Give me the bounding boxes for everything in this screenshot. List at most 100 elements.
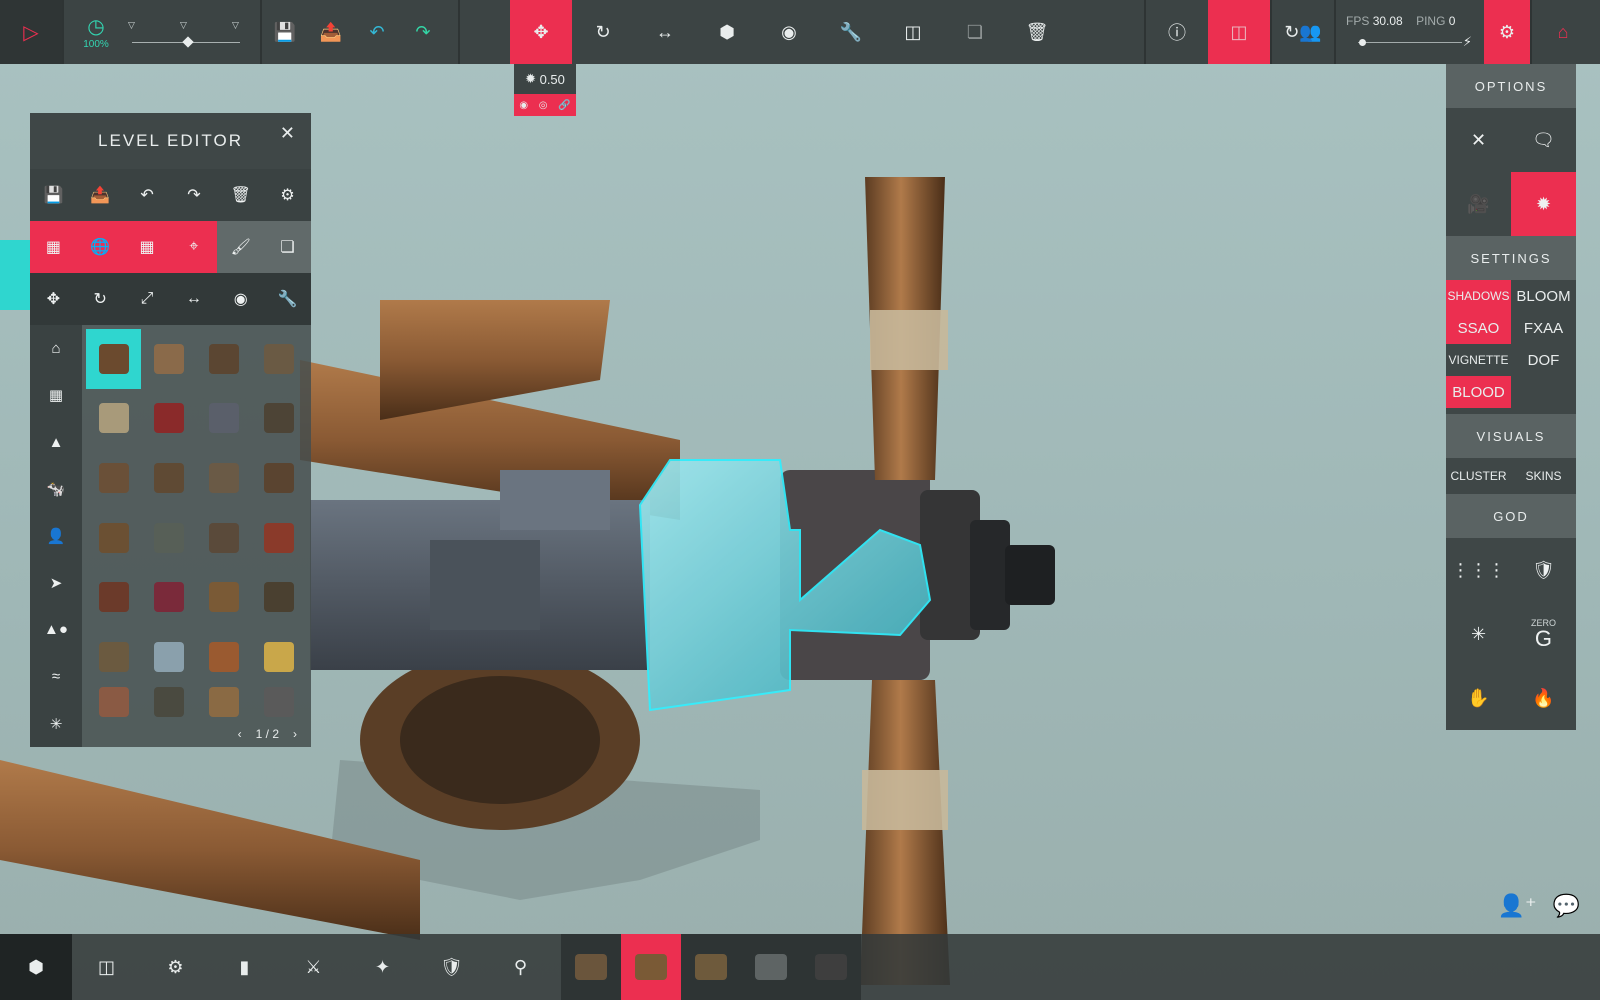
load-button[interactable]: 📤 xyxy=(308,0,354,64)
block-slot[interactable] xyxy=(741,934,801,1000)
editor-move-button[interactable]: ✥ xyxy=(30,273,77,325)
asset-thumbnail[interactable] xyxy=(197,329,252,389)
editor-delete-button[interactable]: 🗑 xyxy=(217,169,264,221)
asset-thumbnail[interactable] xyxy=(86,627,141,687)
bloom-toggle[interactable]: BLOOM xyxy=(1511,280,1576,312)
wrench-tool-button[interactable]: 🔧 xyxy=(820,0,882,64)
invincible-button[interactable]: 🛡 xyxy=(1511,538,1576,602)
editor-global-button[interactable]: 🌐 xyxy=(76,221,124,273)
asset-thumbnail[interactable] xyxy=(197,687,252,717)
globe-icon[interactable]: ◉ xyxy=(519,100,528,111)
zero-gravity-button[interactable]: ZERO G xyxy=(1511,602,1576,666)
asset-thumbnail[interactable] xyxy=(197,568,252,628)
category-flight-button[interactable]: ✦ xyxy=(348,934,417,1000)
asset-thumbnail[interactable] xyxy=(86,568,141,628)
editor-redo-button[interactable]: ↷ xyxy=(170,169,217,221)
dof-toggle[interactable]: DOF xyxy=(1511,344,1576,376)
category-locomotion-button[interactable]: ▮ xyxy=(210,934,279,1000)
asset-thumbnail[interactable] xyxy=(141,329,196,389)
slider-knob[interactable] xyxy=(182,36,194,48)
category-buildings-button[interactable]: ⌂ xyxy=(30,325,82,372)
skins-toggle[interactable]: SKINS xyxy=(1511,458,1576,494)
asset-thumbnail[interactable] xyxy=(252,627,307,687)
block-slot[interactable] xyxy=(801,934,861,1000)
category-animals-button[interactable]: 🐄 xyxy=(30,466,82,513)
block-slot[interactable] xyxy=(561,934,621,1000)
close-icon[interactable]: ✕ xyxy=(280,123,297,144)
editor-settings-button[interactable]: ⚙ xyxy=(264,169,311,221)
asset-thumbnail[interactable] xyxy=(141,627,196,687)
asset-thumbnail[interactable] xyxy=(141,448,196,508)
block-tool-button[interactable]: ◫ xyxy=(882,0,944,64)
asset-thumbnail[interactable] xyxy=(86,508,141,568)
fxaa-toggle[interactable]: FXAA xyxy=(1511,312,1576,344)
shadows-toggle[interactable]: SHADOWS xyxy=(1446,280,1511,312)
category-people-button[interactable]: 👤 xyxy=(30,513,82,560)
category-armour-button[interactable]: 🛡 xyxy=(417,934,486,1000)
asset-thumbnail[interactable] xyxy=(197,627,252,687)
editor-brush-button[interactable]: 🖌 xyxy=(217,221,265,273)
asset-thumbnail[interactable] xyxy=(86,687,141,717)
editor-wrench-button[interactable]: 🔧 xyxy=(264,273,311,325)
fps-slider-knob[interactable] xyxy=(1359,39,1366,46)
multiplayer-button[interactable]: ↻👥 xyxy=(1272,0,1334,64)
asset-thumbnail[interactable] xyxy=(252,448,307,508)
translate-tool-button[interactable]: ✥ xyxy=(510,0,572,64)
rotate-tool-button[interactable]: ↻ xyxy=(572,0,634,64)
home-button[interactable]: ⌂ xyxy=(1530,0,1594,64)
time-scale-button[interactable]: ◷ 100% xyxy=(74,14,118,50)
undo-button[interactable]: ↶ xyxy=(354,0,400,64)
level-editor-toggle[interactable]: ◫ xyxy=(1208,0,1270,64)
scale-readout[interactable]: ✹ 0.50 xyxy=(514,64,576,94)
editor-save-button[interactable]: 💾 xyxy=(30,169,77,221)
category-effects-button[interactable]: ✳ xyxy=(30,700,82,747)
pivot-tool-button[interactable]: ⬢ xyxy=(696,0,758,64)
ssao-toggle[interactable]: SSAO xyxy=(1446,312,1511,344)
editor-entities-button[interactable]: ▦ xyxy=(30,221,77,273)
editor-scale-button[interactable]: ⤢ xyxy=(124,273,171,325)
drag-button[interactable]: ✋ xyxy=(1446,666,1511,730)
category-bricks-button[interactable]: ▦ xyxy=(30,372,82,419)
editor-load-button[interactable]: 📤 xyxy=(77,169,124,221)
delete-tool-button[interactable]: 🗑 xyxy=(1006,0,1068,64)
chat-icon[interactable]: 💬 xyxy=(1553,893,1580,919)
next-page-icon[interactable]: › xyxy=(293,727,297,741)
category-terrain-button[interactable]: ▲ xyxy=(30,419,82,466)
category-mechanical-button[interactable]: ⚙ xyxy=(141,934,210,1000)
time-scale-slider[interactable]: ▽ ▽ ▽ xyxy=(128,12,248,52)
asset-thumbnail[interactable] xyxy=(252,568,307,628)
prev-page-icon[interactable]: ‹ xyxy=(238,727,242,741)
category-wind-button[interactable]: ≈ xyxy=(30,653,82,700)
category-weapons-button[interactable]: ➤ xyxy=(30,559,82,606)
block-slot[interactable] xyxy=(621,934,681,1000)
redo-button[interactable]: ↷ xyxy=(400,0,446,64)
editor-target-button[interactable]: ⌖ xyxy=(170,221,218,273)
asset-thumbnail[interactable] xyxy=(141,687,196,717)
category-weapons-button[interactable]: ⚔ xyxy=(279,934,348,1000)
asset-thumbnail[interactable] xyxy=(252,389,307,449)
eraser-tool-button[interactable]: ◉ xyxy=(758,0,820,64)
cluster-toggle[interactable]: CLUSTER xyxy=(1446,458,1511,494)
editor-grid-button[interactable]: ▦ xyxy=(123,221,171,273)
editor-eraser-button[interactable]: ◉ xyxy=(217,273,264,325)
asset-thumbnail[interactable] xyxy=(197,448,252,508)
asset-thumbnail[interactable] xyxy=(197,508,252,568)
settings-button[interactable]: ⚙ xyxy=(1484,0,1530,64)
editor-undo-button[interactable]: ↶ xyxy=(124,169,171,221)
category-utility-button[interactable]: ⚲ xyxy=(486,934,555,1000)
asset-thumbnail[interactable] xyxy=(197,389,252,449)
save-button[interactable]: 💾 xyxy=(262,0,308,64)
infinite-ammo-button[interactable]: ⋮⋮⋮ xyxy=(1446,538,1511,602)
local-icon[interactable]: ◎ xyxy=(539,100,548,111)
asset-thumbnail[interactable] xyxy=(86,448,141,508)
mirror-tool-button[interactable]: ↔ xyxy=(634,0,696,64)
vignette-toggle[interactable]: VIGNETTE xyxy=(1446,344,1511,376)
core-block-button[interactable]: ⬢ xyxy=(0,934,72,1000)
editor-mirror-button[interactable]: ↔ xyxy=(170,273,217,325)
speech-button[interactable]: 🗨 xyxy=(1511,108,1576,172)
asset-thumbnail[interactable] xyxy=(86,329,142,389)
asset-thumbnail[interactable] xyxy=(86,389,141,449)
asset-thumbnail[interactable] xyxy=(141,568,196,628)
asset-thumbnail[interactable] xyxy=(252,329,307,389)
compass-button[interactable]: ✹ xyxy=(1511,172,1576,236)
